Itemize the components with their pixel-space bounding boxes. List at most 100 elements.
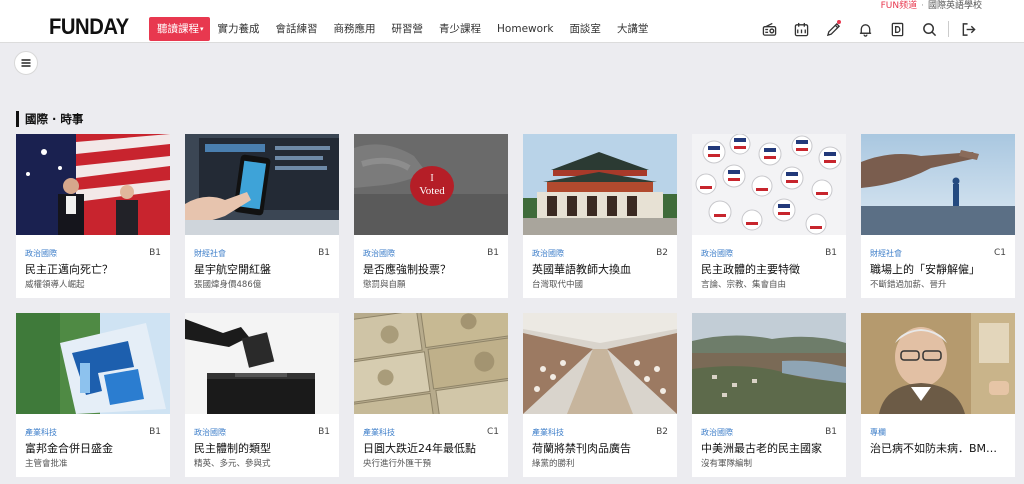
nav-conversation[interactable]: 會話練習 bbox=[268, 17, 326, 41]
hamburger-icon bbox=[21, 59, 31, 67]
nav-interview-room[interactable]: 面談室 bbox=[561, 17, 609, 41]
article-thumbnail: I Voted bbox=[354, 134, 508, 235]
card-category: 財經社會 bbox=[870, 248, 902, 258]
article-card[interactable]: 財經社會 C1 職場上的「安靜解僱」 不斷錯過加薪、晉升 bbox=[861, 134, 1015, 298]
nav-homework[interactable]: Homework bbox=[489, 17, 561, 41]
article-thumbnail bbox=[16, 313, 170, 414]
card-meta: 政治國際 B1 bbox=[363, 247, 499, 259]
header-divider bbox=[948, 21, 949, 37]
fun-channel-link[interactable]: FUN频道 bbox=[881, 1, 918, 12]
section-title: 國際 · 時事 bbox=[16, 111, 83, 127]
card-category: 政治國際 bbox=[194, 427, 226, 437]
card-subtitle: 懲罰與自願 bbox=[363, 280, 406, 290]
article-card[interactable]: 產業科技 B2 荷蘭將禁刊肉品廣告 綠黨的勝利 bbox=[523, 313, 677, 477]
card-subtitle: 不斷錯過加薪、晉升 bbox=[870, 280, 947, 290]
card-title: 民主正邁向死亡？ bbox=[25, 263, 113, 276]
card-subtitle: 言論、宗教、集會自由 bbox=[701, 280, 787, 290]
card-title: 荷蘭將禁刊肉品廣告 bbox=[532, 442, 631, 455]
card-title: 中美洲最古老的民主國家 bbox=[701, 442, 822, 455]
article-thumbnail bbox=[185, 134, 339, 235]
dictionary-icon[interactable] bbox=[881, 17, 913, 41]
card-meta: 財經社會 B1 bbox=[194, 247, 330, 259]
card-meta: 政治國際 B1 bbox=[25, 247, 161, 259]
card-level: C1 bbox=[993, 248, 1006, 258]
card-level: B1 bbox=[149, 427, 161, 437]
card-meta: 專欄 bbox=[870, 426, 1006, 438]
card-title: 英國華語教師大換血 bbox=[532, 263, 631, 276]
article-card[interactable]: 政治國際 B1 民主政體的主要特徵 言論、宗教、集會自由 bbox=[692, 134, 846, 298]
card-meta: 政治國際 B2 bbox=[532, 247, 668, 259]
header-icons bbox=[753, 17, 984, 41]
search-icon[interactable] bbox=[913, 17, 945, 41]
top-link-separator: · bbox=[921, 0, 924, 11]
nav-listening-reading[interactable]: 聽讀課程▾ bbox=[149, 17, 210, 41]
chevron-down-icon: ▾ bbox=[200, 25, 204, 33]
card-subtitle: 央行進行外匯干預 bbox=[363, 459, 432, 469]
article-thumbnail bbox=[861, 134, 1015, 235]
card-category: 政治國際 bbox=[532, 248, 564, 258]
card-level: B1 bbox=[825, 248, 837, 258]
article-card[interactable]: 產業科技 B1 富邦金合併日盛金 主管會批准 bbox=[16, 313, 170, 477]
nav-youth[interactable]: 青少課程 bbox=[431, 17, 489, 41]
nav-skill-building[interactable]: 實力養成 bbox=[210, 17, 268, 41]
top-links: FUN频道 · 國際英語學校 bbox=[881, 0, 982, 12]
card-title: 星宇航空開紅盤 bbox=[194, 263, 271, 276]
card-meta: 政治國際 B1 bbox=[194, 426, 330, 438]
card-category: 政治國際 bbox=[701, 427, 733, 437]
radio-icon[interactable] bbox=[753, 17, 785, 41]
english-school-link[interactable]: 國際英語學校 bbox=[928, 1, 982, 12]
article-thumbnail bbox=[692, 313, 846, 414]
article-thumbnail bbox=[523, 313, 677, 414]
funday-logo[interactable]: FUNDAY bbox=[49, 14, 129, 40]
card-subtitle: 綠黨的勝利 bbox=[532, 459, 575, 469]
card-meta: 政治國際 B1 bbox=[701, 426, 837, 438]
card-category: 產業科技 bbox=[532, 427, 564, 437]
article-card[interactable]: I Voted 政治國際 B1 是否應強制投票？ 懲罰與自願 bbox=[354, 134, 508, 298]
card-category: 政治國際 bbox=[363, 248, 395, 258]
card-title: 是否應強制投票？ bbox=[363, 263, 451, 276]
card-subtitle: 威權領導人崛起 bbox=[25, 280, 85, 290]
nav-workshop[interactable]: 研習營 bbox=[384, 17, 432, 41]
card-level: B2 bbox=[656, 427, 668, 437]
article-card[interactable]: 政治國際 B1 民主正邁向死亡？ 威權領導人崛起 bbox=[16, 134, 170, 298]
article-card[interactable]: 政治國際 B1 中美洲最古老的民主國家 沒有軍隊編制 bbox=[692, 313, 846, 477]
card-subtitle: 精英、多元、參與式 bbox=[194, 459, 271, 469]
card-level: B1 bbox=[318, 427, 330, 437]
card-category: 政治國際 bbox=[25, 248, 57, 258]
card-meta: 政治國際 B1 bbox=[701, 247, 837, 259]
card-meta: 產業科技 B1 bbox=[25, 426, 161, 438]
card-title: 治已病不如防未病．BM… bbox=[870, 442, 998, 455]
card-meta: 產業科技 C1 bbox=[363, 426, 499, 438]
logout-icon[interactable] bbox=[952, 17, 984, 41]
article-card[interactable]: 專欄 治已病不如防未病．BM… bbox=[861, 313, 1015, 477]
card-title: 職場上的「安靜解僱」 bbox=[870, 263, 980, 276]
pencil-icon[interactable] bbox=[817, 17, 849, 41]
card-level: B1 bbox=[318, 248, 330, 258]
nav-lecture-hall[interactable]: 大講堂 bbox=[609, 17, 657, 41]
card-title: 民主體制的類型 bbox=[194, 442, 271, 455]
card-category: 專欄 bbox=[870, 427, 886, 437]
article-thumbnail bbox=[354, 313, 508, 414]
card-title: 民主政體的主要特徵 bbox=[701, 263, 800, 276]
card-category: 產業科技 bbox=[25, 427, 57, 437]
article-card[interactable]: 產業科技 C1 日圓大跌近24年最低點 央行進行外匯干預 bbox=[354, 313, 508, 477]
calendar-icon[interactable] bbox=[785, 17, 817, 41]
sticker-line-2: Voted bbox=[419, 185, 445, 197]
nav-label: 聽讀課程 bbox=[157, 23, 199, 35]
bell-icon[interactable] bbox=[849, 17, 881, 41]
card-level: B1 bbox=[825, 427, 837, 437]
card-subtitle: 張國煒身價486億 bbox=[194, 280, 262, 290]
article-card[interactable]: 財經社會 B1 星宇航空開紅盤 張國煒身價486億 bbox=[185, 134, 339, 298]
card-subtitle: 沒有軍隊編制 bbox=[701, 459, 753, 469]
card-meta: 產業科技 B2 bbox=[532, 426, 668, 438]
card-meta: 財經社會 C1 bbox=[870, 247, 1006, 259]
article-card[interactable]: 政治國際 B1 民主體制的類型 精英、多元、參與式 bbox=[185, 313, 339, 477]
hamburger-menu-button[interactable] bbox=[14, 51, 38, 75]
top-header: FUNDAY FUN频道 · 國際英語學校 聽讀課程▾ 實力養成 會話練習 商務… bbox=[0, 0, 1024, 43]
article-thumbnail bbox=[523, 134, 677, 235]
nav-business[interactable]: 商務應用 bbox=[326, 17, 384, 41]
article-thumbnail bbox=[16, 134, 170, 235]
card-level: B1 bbox=[487, 248, 499, 258]
notification-dot bbox=[837, 20, 841, 24]
article-card[interactable]: 政治國際 B2 英國華語教師大換血 台灣取代中國 bbox=[523, 134, 677, 298]
